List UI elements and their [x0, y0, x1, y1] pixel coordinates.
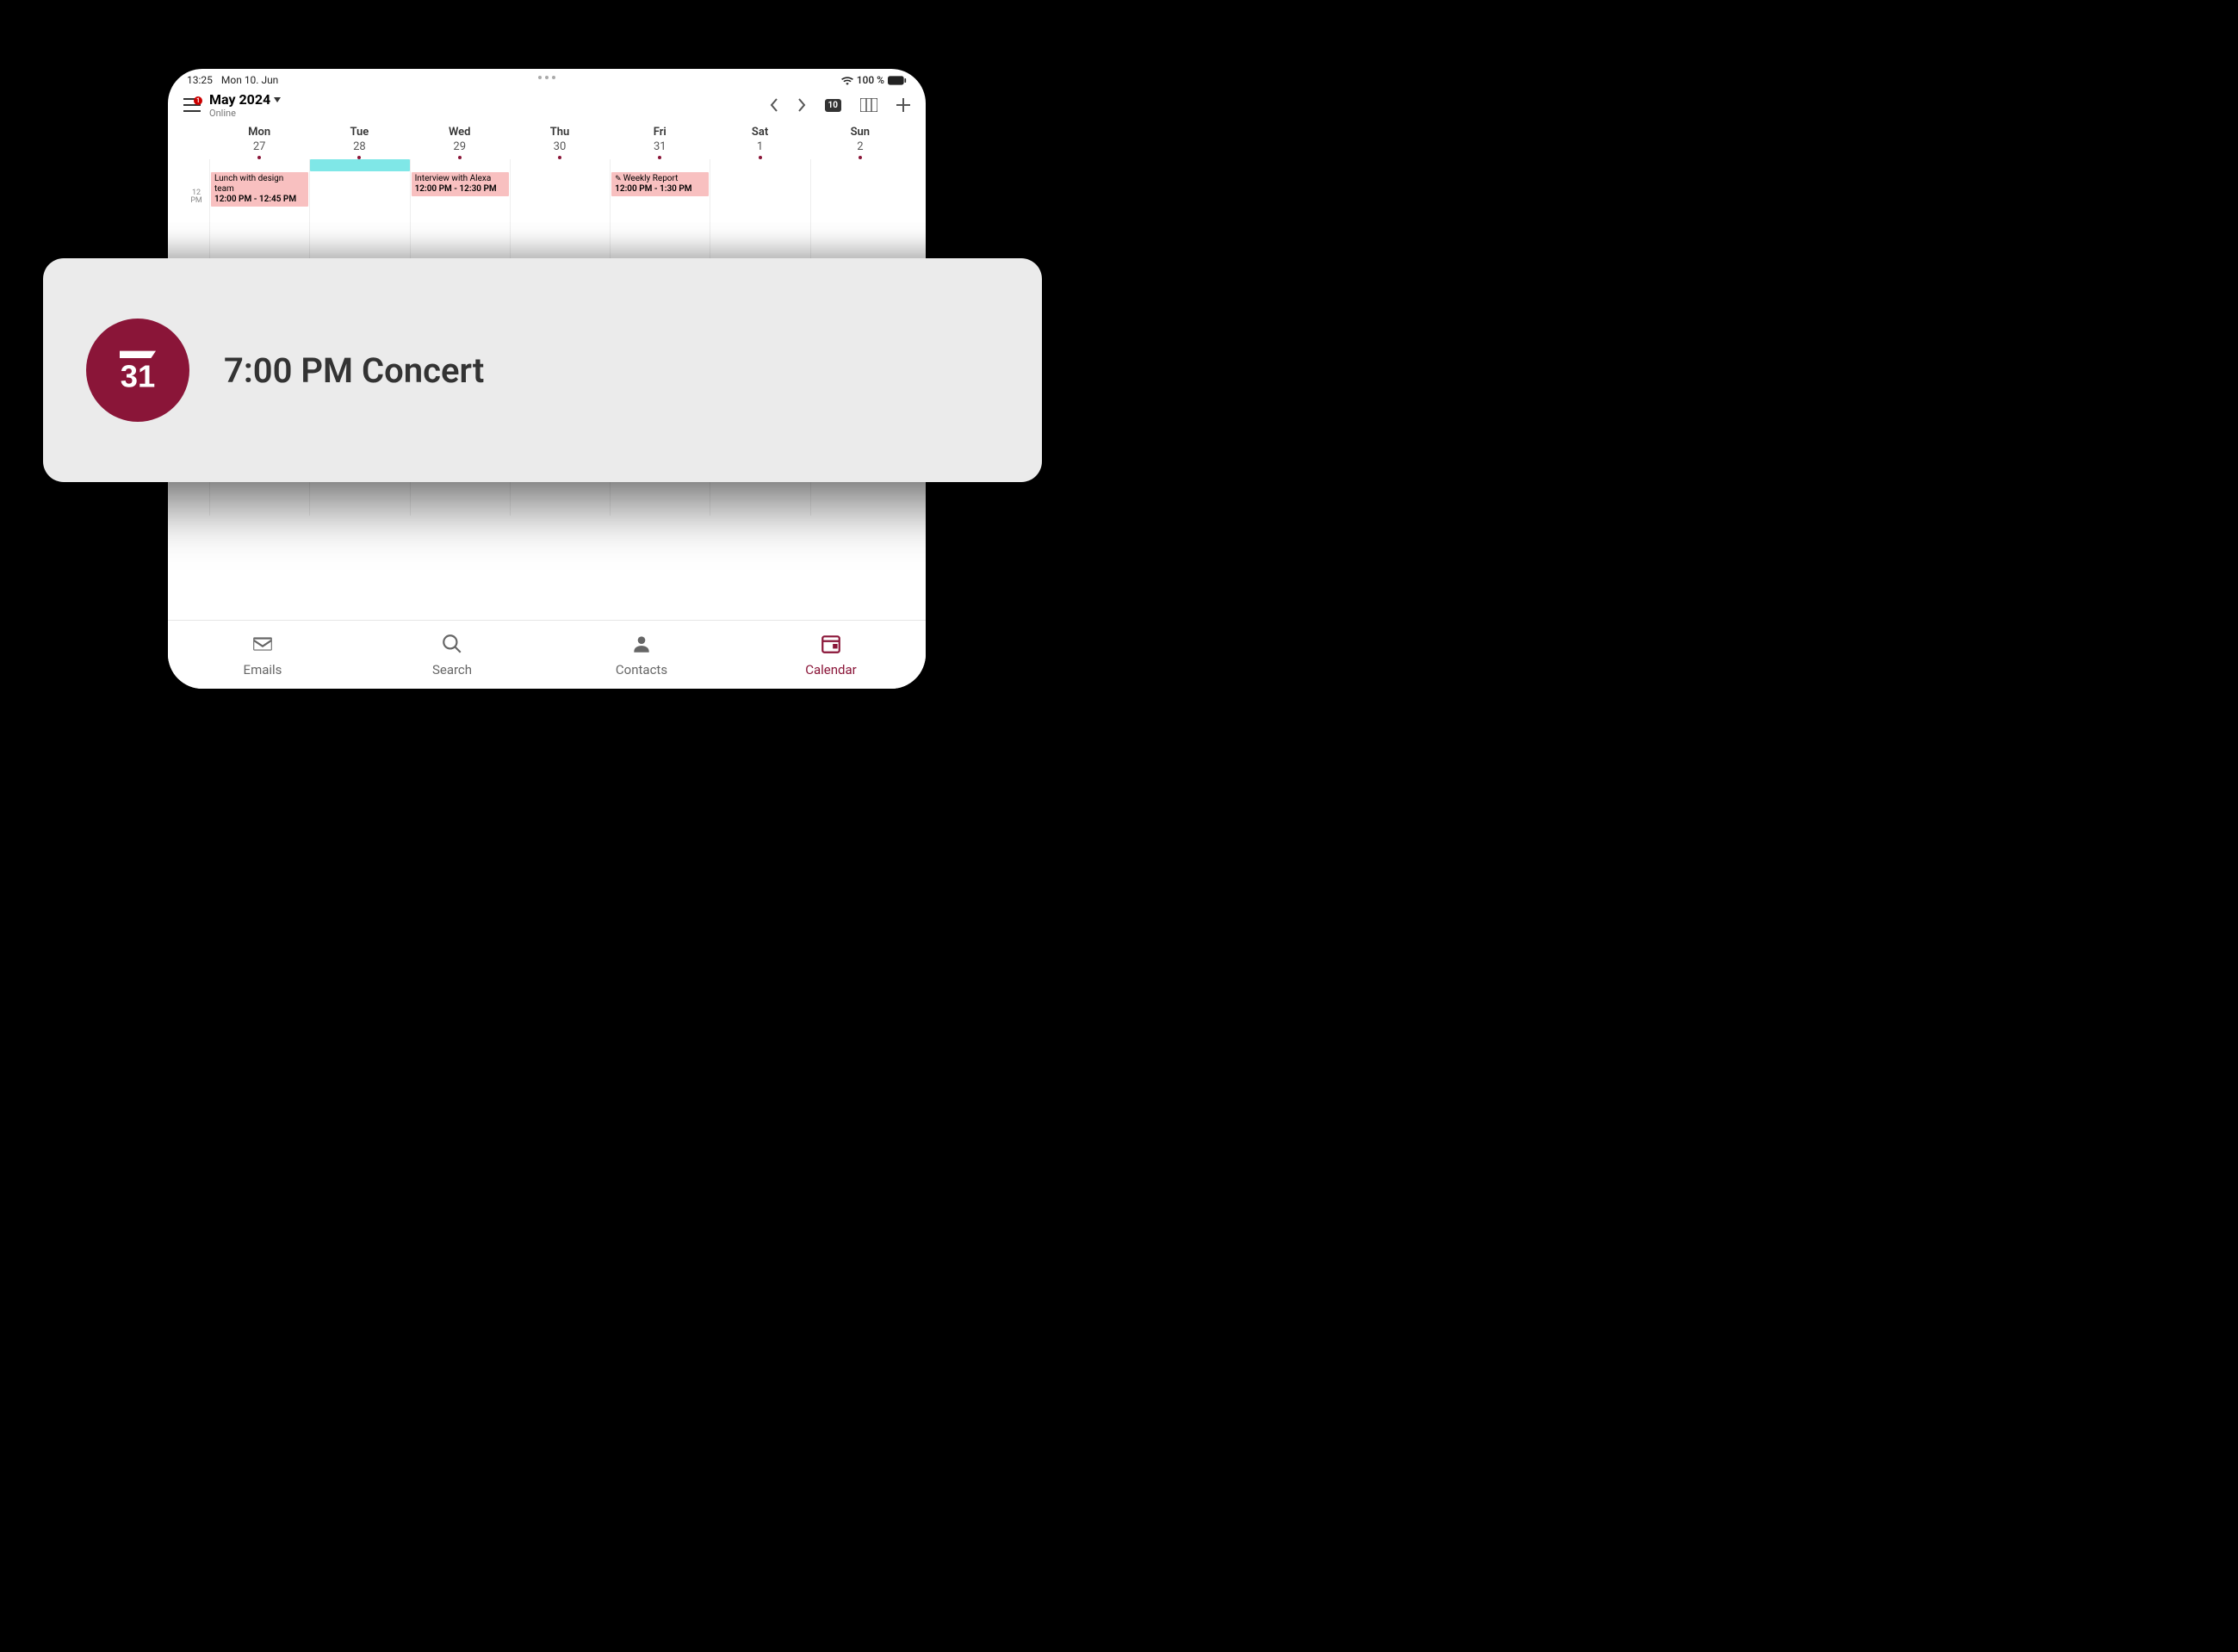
- notification-text: 7:00 PM Concert: [224, 350, 484, 391]
- battery-icon: [888, 76, 907, 85]
- day-header-sat[interactable]: Sat 1: [710, 126, 809, 159]
- view-columns-icon[interactable]: [860, 98, 877, 112]
- search-icon: [441, 633, 463, 659]
- svg-text:31: 31: [121, 359, 155, 394]
- pencil-icon: ✎: [615, 175, 622, 183]
- tab-bar: Emails Search Contacts Calendar: [168, 620, 926, 689]
- app-calendar-icon: 31: [86, 319, 189, 422]
- day-header-wed[interactable]: Wed 29: [410, 126, 510, 159]
- notification-card[interactable]: 31 7:00 PM Concert: [43, 258, 1042, 482]
- calendar-icon: [820, 633, 842, 659]
- event-interview[interactable]: Interview with Alexa 12:00 PM - 12:30 PM: [412, 172, 509, 196]
- chevron-down-icon: [274, 97, 281, 102]
- day-header-tue[interactable]: Tue 28: [309, 126, 409, 159]
- status-bar: 13:25 Mon 10. Jun 100 %: [168, 69, 926, 88]
- day-header-fri[interactable]: Fri 31: [610, 126, 710, 159]
- prev-week-button[interactable]: [770, 98, 778, 112]
- day-header-thu[interactable]: Thu 30: [510, 126, 610, 159]
- wifi-icon: [841, 76, 853, 85]
- event-lunch[interactable]: Lunch with design team 12:00 PM - 12:45 …: [211, 172, 308, 207]
- tab-calendar[interactable]: Calendar: [736, 621, 926, 689]
- month-title[interactable]: May 2024: [209, 91, 281, 108]
- next-week-button[interactable]: [797, 98, 806, 112]
- add-button[interactable]: [896, 98, 910, 112]
- tab-search[interactable]: Search: [357, 621, 547, 689]
- tab-contacts[interactable]: Contacts: [547, 621, 736, 689]
- tab-emails[interactable]: Emails: [168, 621, 357, 689]
- today-button[interactable]: 10: [825, 99, 841, 112]
- menu-badge: 1: [194, 96, 202, 105]
- online-status: Online: [209, 108, 281, 119]
- days-header: Mon 27 Tue 28 Wed 29 Thu 30 Fri 31 Sat 1: [168, 121, 926, 159]
- time-label-12pm: 12 PM: [183, 171, 209, 223]
- status-dots: [538, 76, 555, 79]
- day-header-sun[interactable]: Sun 2: [810, 126, 910, 159]
- month-title-text: May 2024: [209, 91, 270, 108]
- status-date: Mon 10. Jun: [221, 74, 278, 86]
- app-header: 1 May 2024 Online 10: [168, 88, 926, 121]
- battery-percent: 100 %: [857, 74, 884, 86]
- mail-icon: [251, 633, 274, 659]
- event-allday-tue[interactable]: [310, 159, 409, 171]
- day-header-mon[interactable]: Mon 27: [209, 126, 309, 159]
- status-time: 13:25: [187, 74, 213, 86]
- menu-icon[interactable]: 1: [183, 98, 201, 112]
- event-weekly-report[interactable]: ✎Weekly Report 12:00 PM - 1:30 PM: [611, 172, 709, 196]
- person-icon: [630, 633, 653, 659]
